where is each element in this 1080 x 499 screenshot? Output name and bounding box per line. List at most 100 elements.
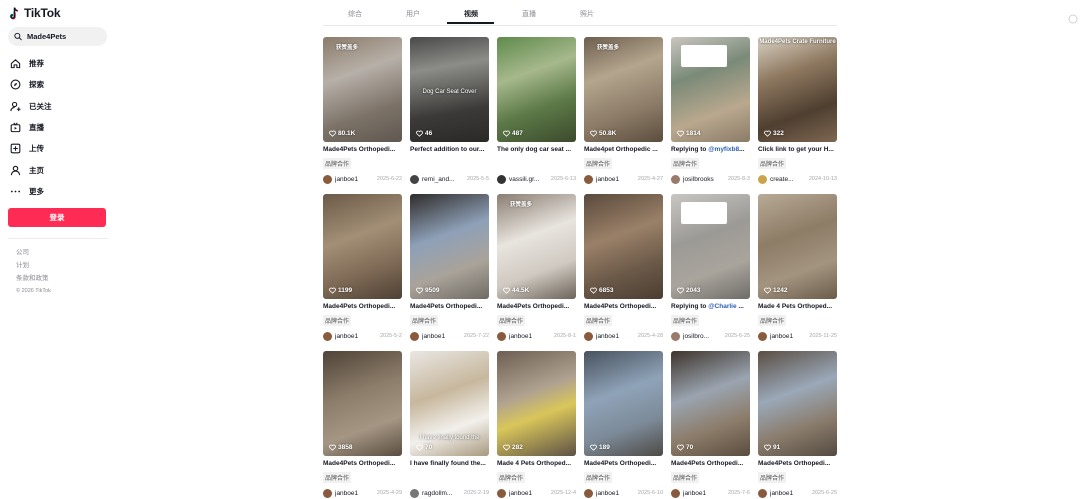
video-thumbnail[interactable]: 获赞盖多 80.1K	[323, 37, 402, 142]
avatar[interactable]	[410, 331, 419, 341]
tab-all[interactable]: 综合	[348, 9, 362, 19]
video-card[interactable]: 91 Made4Pets Orthopedi... 品牌合作 janboe1 2025-…	[758, 351, 837, 498]
author-name[interactable]: create...	[770, 176, 804, 183]
mention-link[interactable]: @myfixb8	[708, 146, 739, 153]
avatar[interactable]	[497, 331, 506, 341]
author-name[interactable]: janboe1	[335, 490, 369, 497]
video-thumbnail[interactable]: 189	[584, 351, 663, 456]
video-description[interactable]: The only dog car seat ...	[497, 146, 576, 153]
video-card[interactable]: Made4Pets Crate Furniture 322 Click link t…	[758, 37, 837, 184]
footer-link-company[interactable]: 公司	[16, 246, 51, 259]
author-name[interactable]: josilbrooks	[683, 176, 717, 183]
video-thumbnail[interactable]: 1242	[758, 194, 837, 299]
video-card[interactable]: 282 Made 4 Pets Orthoped... 品牌合作 janboe1 202…	[497, 351, 576, 498]
nav-item-explore[interactable]: 探索	[10, 74, 52, 95]
author-name[interactable]: janboe1	[509, 333, 543, 340]
author-name[interactable]: janboe1	[596, 333, 630, 340]
tab-videos[interactable]: 视频	[464, 9, 478, 19]
video-description[interactable]: Made4Pets Orthopedi...	[323, 460, 402, 467]
author-name[interactable]: janboe1	[770, 333, 804, 340]
avatar[interactable]	[323, 488, 332, 498]
avatar[interactable]	[584, 488, 593, 498]
avatar[interactable]	[758, 174, 767, 184]
author-name[interactable]: janboe1	[422, 333, 456, 340]
avatar[interactable]	[671, 331, 680, 341]
video-description[interactable]: Click link to get your H...	[758, 146, 837, 153]
video-card[interactable]: 189 Made4Pets Orthopedi... 品牌合作 janboe1 2025…	[584, 351, 663, 498]
avatar[interactable]	[584, 331, 593, 341]
author-name[interactable]: remi_and...	[422, 176, 456, 183]
avatar[interactable]	[497, 174, 506, 184]
search-input[interactable]	[27, 32, 107, 41]
author-name[interactable]: janboe1	[770, 490, 804, 497]
author-name[interactable]: ragdollm...	[422, 490, 456, 497]
author-name[interactable]: vassili.gr...	[509, 176, 543, 183]
video-description[interactable]: Made 4 Pets Orthoped...	[758, 303, 837, 310]
video-thumbnail[interactable]: Made4Pets Crate Furniture 322	[758, 37, 837, 142]
video-card[interactable]: 70 Made4Pets Orthopedi... 品牌合作 janboe1 2025-…	[671, 351, 750, 498]
video-thumbnail[interactable]: 6853	[584, 194, 663, 299]
video-card[interactable]: Dog Car Seat Cover 46 Perfect addition to …	[410, 37, 489, 184]
avatar[interactable]	[758, 331, 767, 341]
video-thumbnail[interactable]: 9509	[410, 194, 489, 299]
video-card[interactable]: 6853 Made4Pets Orthopedi... 品牌合作 janboe1 202…	[584, 194, 663, 341]
video-description[interactable]: Replying to @myfixb8...	[671, 146, 750, 153]
video-thumbnail[interactable]: 1814	[671, 37, 750, 142]
video-description[interactable]: Replying to @Charlie ...	[671, 303, 750, 310]
footer-link-program[interactable]: 计划	[16, 259, 51, 272]
video-description[interactable]: Made4Pets Orthopedi...	[758, 460, 837, 467]
search-box[interactable]	[8, 27, 107, 46]
author-name[interactable]: janboe1	[596, 176, 630, 183]
video-description[interactable]: I have finally found the...	[410, 460, 489, 467]
video-thumbnail[interactable]: I have finally found the 70	[410, 351, 489, 456]
video-thumbnail[interactable]: Dog Car Seat Cover 46	[410, 37, 489, 142]
avatar[interactable]	[410, 488, 419, 498]
video-thumbnail[interactable]: 282	[497, 351, 576, 456]
login-button[interactable]: 登录	[8, 208, 106, 227]
video-card[interactable]: 获赞盖多 44.5K Made4Pets Orthopedi... 品牌合作 janbo…	[497, 194, 576, 341]
video-thumbnail[interactable]: 获赞盖多 44.5K	[497, 194, 576, 299]
avatar[interactable]	[497, 488, 506, 498]
tab-live[interactable]: 直播	[522, 9, 536, 19]
video-thumbnail[interactable]: 1199	[323, 194, 402, 299]
nav-item-following[interactable]: 已关注	[10, 96, 52, 117]
video-thumbnail[interactable]: 2043	[671, 194, 750, 299]
video-description[interactable]: Made4Pets Orthopedi...	[410, 303, 489, 310]
avatar[interactable]	[758, 488, 767, 498]
author-name[interactable]: janboe1	[596, 490, 630, 497]
video-description[interactable]: Made4Pets Orthopedi...	[671, 460, 750, 467]
side-control-icon[interactable]	[1068, 14, 1078, 24]
avatar[interactable]	[323, 331, 332, 341]
tiktok-logo[interactable]: TikTok	[10, 6, 61, 20]
video-thumbnail[interactable]: 3858	[323, 351, 402, 456]
video-card[interactable]: 1199 Made4Pets Orthopedi... 品牌合作 janboe1 202…	[323, 194, 402, 341]
video-description[interactable]: Made4Pets Orthopedi...	[497, 303, 576, 310]
video-description[interactable]: Made4Pets Orthopedi...	[584, 460, 663, 467]
video-description[interactable]: Made4pet Orthopedic ...	[584, 146, 663, 153]
avatar[interactable]	[323, 174, 332, 184]
video-description[interactable]: Made4Pets Orthopedi...	[323, 303, 402, 310]
avatar[interactable]	[584, 174, 593, 184]
video-card[interactable]: 获赞盖多 50.8K Made4pet Orthopedic ... 品牌合作 janb…	[584, 37, 663, 184]
author-name[interactable]: janboe1	[335, 176, 369, 183]
video-card[interactable]: 9509 Made4Pets Orthopedi... 品牌合作 janboe1 202…	[410, 194, 489, 341]
footer-link-terms[interactable]: 条款和政策	[16, 272, 51, 285]
author-name[interactable]: janboe1	[335, 333, 369, 340]
video-card[interactable]: 2043 Replying to @Charlie ... 品牌合作 josilbro…	[671, 194, 750, 341]
video-card[interactable]: 获赞盖多 80.1K Made4Pets Orthopedi... 品牌合作 janbo…	[323, 37, 402, 184]
nav-item-profile[interactable]: 主页	[10, 159, 52, 180]
video-thumbnail[interactable]: 获赞盖多 50.8K	[584, 37, 663, 142]
nav-item-live[interactable]: 直播	[10, 117, 52, 138]
author-name[interactable]: josilbro...	[683, 333, 717, 340]
video-thumbnail[interactable]: 70	[671, 351, 750, 456]
video-thumbnail[interactable]: 91	[758, 351, 837, 456]
video-description[interactable]: Made4Pets Orthopedi...	[584, 303, 663, 310]
tab-users[interactable]: 用户	[406, 9, 420, 19]
video-description[interactable]: Made 4 Pets Orthoped...	[497, 460, 576, 467]
author-name[interactable]: janboe1	[509, 490, 543, 497]
author-name[interactable]: janboe1	[683, 490, 717, 497]
video-description[interactable]: Perfect addition to our...	[410, 146, 489, 153]
video-card[interactable]: 487The only dog car seat ...-vassili.gr.…	[497, 37, 576, 184]
video-card[interactable]: 1242 Made 4 Pets Orthoped... 品牌合作 janboe1 20…	[758, 194, 837, 341]
mention-link[interactable]: @Charlie	[708, 303, 736, 310]
